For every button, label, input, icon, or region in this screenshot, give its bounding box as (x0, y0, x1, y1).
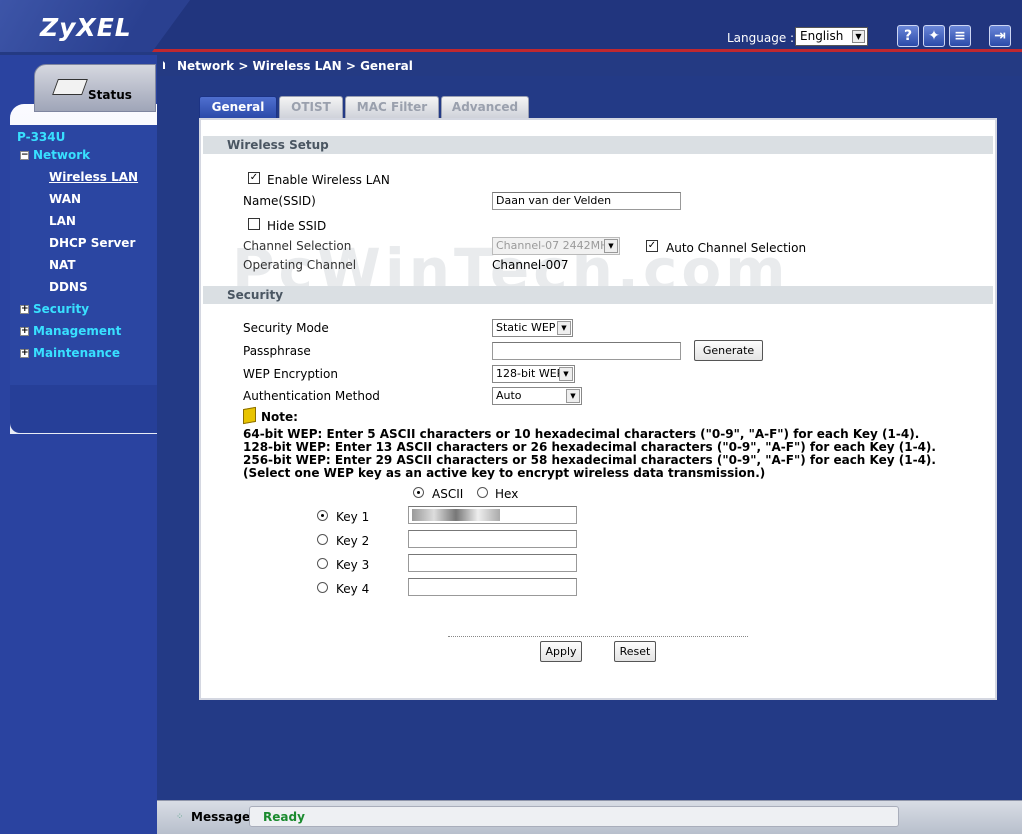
key2-radio[interactable] (317, 534, 328, 545)
device-name: P-334U (17, 130, 66, 144)
note-line: (Select one WEP key as an active key to … (243, 466, 766, 480)
apply-button[interactable]: Apply (540, 641, 582, 662)
router-icon (52, 79, 88, 95)
tab-mac-filter[interactable]: MAC Filter (345, 96, 439, 118)
sidebar-item-nat[interactable]: NAT (49, 258, 76, 272)
reset-button[interactable]: Reset (614, 641, 656, 662)
hex-label: Hex (495, 487, 519, 501)
security-mode-select[interactable]: Static WEP ▼ (492, 319, 573, 337)
sidebar-item-management[interactable]: Management (33, 324, 121, 338)
sidebar-item-wan[interactable]: WAN (49, 192, 81, 206)
hide-ssid-label: Hide SSID (267, 219, 327, 233)
key2-label: Key 2 (336, 534, 370, 548)
arrow-right-icon (163, 61, 169, 69)
expand-icon[interactable]: + (20, 305, 29, 314)
breadcrumb-text: Network > Wireless LAN > General (177, 59, 413, 73)
auto-channel-label: Auto Channel Selection (666, 241, 807, 255)
breadcrumb: Network > Wireless LAN > General (157, 57, 1022, 75)
note-line: 256-bit WEP: Enter 29 ASCII characters o… (243, 453, 936, 467)
chevron-down-icon: ▼ (559, 367, 573, 381)
language-label: Language : (727, 31, 795, 45)
channel-value: Channel-07 2442MHz (496, 239, 615, 252)
status-label[interactable]: Status (88, 88, 132, 102)
chevron-down-icon: ▼ (557, 321, 571, 335)
wep-encryption-value: 128-bit WEP (496, 367, 564, 380)
key4-input[interactable] (408, 578, 577, 596)
message-label: Message (191, 810, 251, 824)
hide-ssid-checkbox[interactable] (248, 218, 260, 230)
operating-channel-value: Channel-007 (492, 258, 569, 272)
generate-button[interactable]: Generate (694, 340, 763, 361)
security-mode-label: Security Mode (243, 321, 329, 335)
sidebar-item-ddns[interactable]: DDNS (49, 280, 88, 294)
tab-otist[interactable]: OTIST (279, 96, 343, 118)
auth-method-value: Auto (496, 389, 522, 402)
enable-wireless-label: Enable Wireless LAN (267, 173, 390, 187)
key4-radio[interactable] (317, 582, 328, 593)
security-mode-value: Static WEP (496, 321, 556, 334)
section-wireless-setup: Wireless Setup (203, 136, 993, 154)
top-banner: ZyXEL Language : English ▼ ? ✦ ≡ ⇥ (0, 0, 1022, 52)
key4-label: Key 4 (336, 582, 370, 596)
key1-radio[interactable] (317, 510, 328, 521)
expand-icon[interactable]: + (20, 327, 29, 336)
expand-icon[interactable]: + (20, 349, 29, 358)
note-icon (243, 406, 256, 425)
masked-key-value (412, 509, 500, 521)
message-icon: ⁘ (176, 812, 184, 822)
auth-method-label: Authentication Method (243, 389, 380, 403)
section-security: Security (203, 286, 993, 304)
ascii-label: ASCII (432, 487, 464, 501)
note-line: 128-bit WEP: Enter 13 ASCII characters o… (243, 440, 936, 454)
channel-selection-label: Channel Selection (243, 239, 352, 253)
note-title: Note: (261, 410, 298, 424)
key3-label: Key 3 (336, 558, 370, 572)
nav-tree-footer (10, 385, 157, 433)
sidebar-item-dhcp-server[interactable]: DHCP Server (49, 236, 135, 250)
language-value: English (800, 29, 844, 43)
chevron-down-icon: ▼ (852, 30, 865, 43)
sidebar-item-maintenance[interactable]: Maintenance (33, 346, 120, 360)
enable-wireless-checkbox[interactable]: ✓ (248, 172, 260, 184)
language-select[interactable]: English ▼ (795, 27, 868, 46)
auth-method-select[interactable]: Auto ▼ (492, 387, 582, 405)
ascii-radio[interactable] (413, 487, 424, 498)
sidebar-item-security[interactable]: Security (33, 302, 89, 316)
key1-input[interactable] (408, 506, 577, 524)
sidebar-item-wireless-lan[interactable]: Wireless LAN (49, 170, 138, 184)
chevron-down-icon: ▼ (566, 389, 580, 403)
key1-label: Key 1 (336, 510, 370, 524)
auto-channel-checkbox[interactable]: ✓ (646, 240, 658, 252)
operating-channel-label: Operating Channel (243, 258, 357, 272)
logout-icon[interactable]: ⇥ (989, 25, 1011, 47)
about-icon[interactable]: ≡ (949, 25, 971, 47)
wizard-icon[interactable]: ✦ (923, 25, 945, 47)
passphrase-label: Passphrase (243, 344, 311, 358)
channel-select[interactable]: Channel-07 2442MHz ▼ (492, 237, 620, 255)
sidebar-item-network[interactable]: Network (33, 148, 90, 162)
wep-encryption-label: WEP Encryption (243, 367, 338, 381)
hex-radio[interactable] (477, 487, 488, 498)
wep-encryption-select[interactable]: 128-bit WEP ▼ (492, 365, 575, 383)
key3-input[interactable] (408, 554, 577, 572)
collapse-icon[interactable]: − (20, 151, 29, 160)
passphrase-input[interactable] (492, 342, 681, 360)
note-line: 64-bit WEP: Enter 5 ASCII characters or … (243, 427, 920, 441)
chevron-down-icon: ▼ (604, 239, 618, 253)
ssid-input[interactable]: Daan van der Velden (492, 192, 681, 210)
sidebar-item-lan[interactable]: LAN (49, 214, 76, 228)
divider (448, 636, 748, 637)
help-icon[interactable]: ? (897, 25, 919, 47)
tab-advanced[interactable]: Advanced (441, 96, 529, 118)
message-box: Ready (249, 806, 899, 827)
key2-input[interactable] (408, 530, 577, 548)
ssid-label: Name(SSID) (243, 194, 316, 208)
tab-general[interactable]: General (199, 96, 277, 118)
zyxel-logo: ZyXEL (40, 13, 132, 42)
key3-radio[interactable] (317, 558, 328, 569)
